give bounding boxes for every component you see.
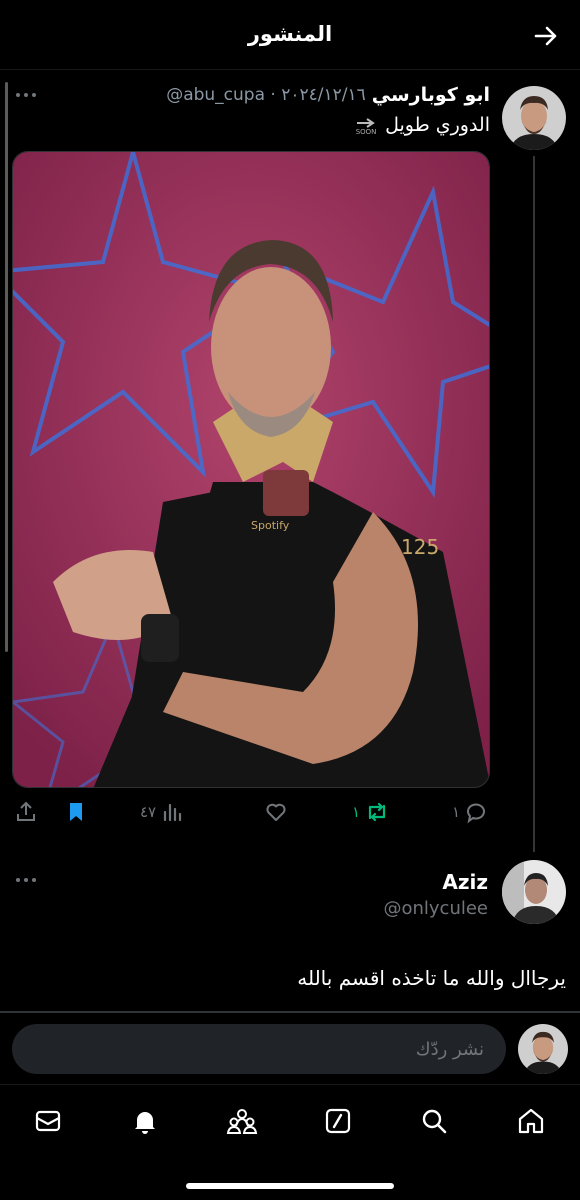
views-count: ٤٧: [140, 803, 157, 821]
views-icon: [164, 803, 182, 822]
more-icon[interactable]: [16, 93, 36, 97]
reply-avatar[interactable]: [502, 860, 566, 924]
post-header: ابو كوبارسي @abu_cupa · ٢٠٢٤/١٢/١٦: [166, 84, 490, 106]
retweets-count: ١: [352, 803, 361, 821]
scrollbar[interactable]: [5, 82, 8, 652]
soon-badge: SOON: [355, 117, 377, 136]
search-icon[interactable]: [414, 1101, 454, 1141]
mail-icon[interactable]: [28, 1101, 68, 1141]
post-text: الدوري طويل SOON: [355, 113, 490, 136]
reply-body: يرجاال والله ما تاخذه اقسم بالله: [297, 966, 566, 990]
reply-author-name[interactable]: Aziz: [442, 870, 488, 894]
bell-icon[interactable]: [125, 1101, 165, 1141]
home-indicator[interactable]: [186, 1183, 394, 1189]
reply-composer: [0, 1012, 580, 1084]
bookmark-button[interactable]: [64, 800, 88, 824]
composer-avatar: [518, 1024, 568, 1074]
home-icon[interactable]: [511, 1101, 551, 1141]
post-body: الدوري طويل: [385, 113, 490, 136]
share-icon: [17, 801, 35, 821]
reply-input[interactable]: [12, 1024, 506, 1074]
back-arrow-icon[interactable]: [530, 20, 562, 52]
reply-button[interactable]: ١: [452, 800, 488, 824]
retweet-icon: [368, 802, 386, 822]
sleeve-text: 125: [401, 535, 439, 559]
reply-icon: [467, 803, 486, 824]
replies-count: ١: [452, 803, 461, 821]
reply-more-icon[interactable]: [16, 878, 36, 882]
top-bar: المنشور: [0, 0, 580, 70]
author-avatar[interactable]: [502, 86, 566, 150]
sponsor-text: Spotify: [251, 519, 290, 532]
views-button[interactable]: ٤٧: [140, 800, 184, 824]
bookmark-icon: [70, 803, 82, 821]
retweet-button[interactable]: ١: [352, 800, 390, 824]
post-image[interactable]: Spotify 125: [12, 151, 490, 788]
page-title: المنشور: [247, 22, 333, 46]
reply-author-handle[interactable]: @onlyculee: [383, 898, 488, 919]
like-icon: [266, 803, 286, 821]
reply-item[interactable]: Aziz @onlyculee يرجاال والله ما تاخذه اق…: [0, 852, 580, 1012]
post-actions: ٤٧ ١ ١: [12, 796, 490, 832]
grok-icon[interactable]: [318, 1101, 358, 1141]
thread-line: [533, 156, 535, 852]
like-button[interactable]: [264, 800, 292, 824]
communities-icon[interactable]: [222, 1101, 262, 1141]
author-name[interactable]: ابو كوبارسي: [372, 84, 490, 106]
share-button[interactable]: [14, 800, 38, 824]
author-handle-date[interactable]: @abu_cupa · ٢٠٢٤/١٢/١٦: [166, 85, 366, 105]
soon-badge-label: SOON: [355, 128, 377, 136]
